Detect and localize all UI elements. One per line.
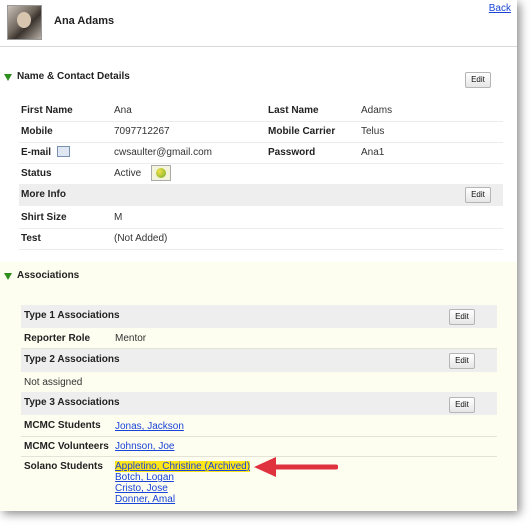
contact-row-4: Status Active [19,163,503,185]
status-value: Active [114,168,142,179]
email-value: cwsaulter@gmail.com [114,147,212,158]
type1-header: Type 1 Associations [21,305,497,328]
associations-section-header[interactable]: Associations [0,265,517,289]
avatar [7,5,42,40]
edit-type2-button[interactable]: Edit [449,353,475,369]
edit-type1-button[interactable]: Edit [449,309,475,325]
mobile-label: Mobile [21,126,53,137]
student-link[interactable]: Donner, Amal [115,494,250,505]
volunteer-link[interactable]: Johnson, Joe [115,441,175,452]
shirt-size-value: M [114,212,123,223]
type1-row: Reporter Role Mentor [21,328,497,349]
mcmc-students-label: MCMC Students [24,420,101,431]
student-link[interactable]: Jonas, Jackson [115,421,184,432]
edit-type3-button[interactable]: Edit [449,397,475,413]
mcmc-students-row: MCMC Students Jonas, Jackson [21,415,497,437]
mobile-carrier-value: Telus [361,126,385,137]
type2-empty-text: Not assigned [24,377,83,388]
archived-highlight: Appletino, Christine (Archived) [115,461,251,472]
associations-section-title: Associations [17,270,80,281]
test-value: (Not Added) [114,233,168,244]
expand-triangle-icon[interactable] [4,74,12,81]
edit-contact-button[interactable]: Edit [465,72,491,88]
contact-row-2: Mobile 7097712267 Mobile Carrier Telus [19,121,503,143]
mobile-value: 7097712267 [114,126,170,137]
more-info-row-2: Test (Not Added) [19,228,503,250]
email-icon[interactable] [57,146,70,157]
edit-more-info-button[interactable]: Edit [465,187,491,203]
first-name-label: First Name [21,105,73,116]
type3-header: Type 3 Associations [21,392,497,415]
user-name: Ana Adams [54,15,115,27]
contact-section-header[interactable]: Name & Contact Details [0,66,517,90]
email-label: E-mail [21,147,52,158]
more-info-header: More Info [19,184,503,206]
contact-row-1: First Name Ana Last Name Adams [19,100,503,122]
contact-section-title: Name & Contact Details [17,71,130,82]
type1-title: Type 1 Associations [24,310,120,321]
type3-title: Type 3 Associations [24,397,120,408]
reporter-role-value: Mentor [115,333,147,344]
profile-panel: Ana Adams Back Name & Contact Details Ed… [0,0,517,511]
status-label: Status [21,168,52,179]
mcmc-volunteers-row: MCMC Volunteers Johnson, Joe [21,436,497,457]
shirt-size-label: Shirt Size [21,212,67,223]
last-name-label: Last Name [268,105,319,116]
more-info-row-1: Shirt Size M [19,207,503,229]
first-name-value: Ana [114,105,132,116]
callout-arrow-icon [254,457,338,477]
solano-students-label: Solano Students [24,461,103,472]
status-toggle-icon[interactable] [151,165,171,181]
student-link-archived[interactable]: Appletino, Christine (Archived) [115,461,251,472]
test-label: Test [21,233,41,244]
last-name-value: Adams [361,105,393,116]
reporter-role-label: Reporter Role [24,333,91,344]
contact-row-3: E-mail cwsaulter@gmail.com Password Ana1 [19,142,503,164]
type2-header: Type 2 Associations [21,349,497,372]
mobile-carrier-label: Mobile Carrier [268,126,336,137]
mcmc-volunteers-label: MCMC Volunteers [24,441,109,452]
password-value: Ana1 [361,147,385,158]
type2-row: Not assigned [21,372,497,393]
divider [0,46,517,47]
more-info-title: More Info [21,189,66,200]
type2-title: Type 2 Associations [24,354,120,365]
password-label: Password [268,147,316,158]
expand-triangle-icon[interactable] [4,273,12,280]
student-link[interactable]: Botch, Logan [115,472,250,483]
back-link[interactable]: Back [489,3,511,14]
student-link[interactable]: Cristo, Jose [115,483,250,494]
